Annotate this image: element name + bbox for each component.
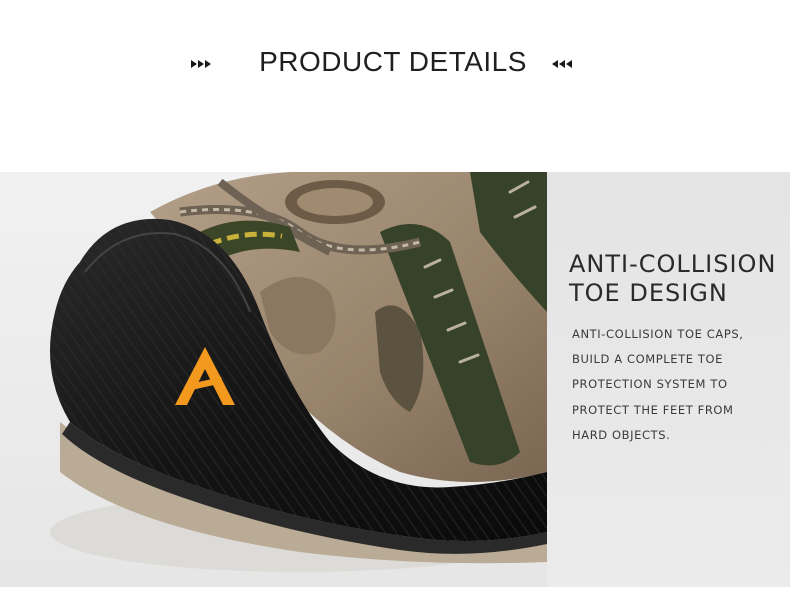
feature-description-line: PROTECTION SYSTEM TO — [572, 377, 728, 392]
feature-description: ANTI-COLLISION TOE CAPS, BUILD A COMPLET… — [572, 322, 782, 448]
feature-panel: ANTI-COLLISION TOE DESIGN ANTI-COLLISION… — [547, 172, 790, 587]
feature-description-line: ANTI-COLLISION TOE CAPS, — [572, 327, 744, 341]
feature-description-line: BUILD A COMPLETE TOE — [572, 352, 724, 367]
feature-heading-line: TOE DESIGN — [569, 279, 728, 307]
bottom-spacer — [0, 587, 790, 599]
triple-left-arrow-icon — [552, 60, 572, 68]
feature-heading: ANTI-COLLISION TOE DESIGN — [569, 250, 784, 308]
page-header: PRODUCT DETAILS — [0, 0, 790, 172]
feature-heading-line: ANTI-COLLISION — [569, 250, 777, 278]
triple-right-arrow-icon — [191, 60, 211, 68]
page-title: PRODUCT DETAILS — [259, 46, 527, 77]
feature-description-line: HARD OBJECTS. — [572, 427, 671, 442]
product-photo — [0, 172, 547, 587]
feature-description-line: PROTECT THE FEET FROM — [572, 402, 734, 417]
